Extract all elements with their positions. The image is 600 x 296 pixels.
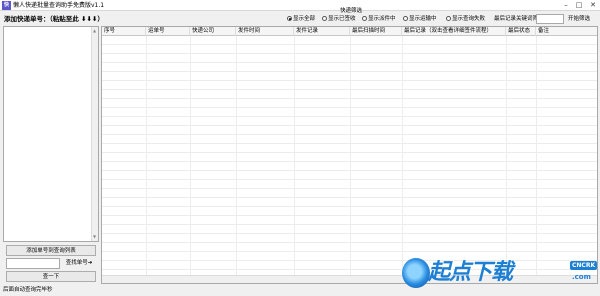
results-table[interactable]: 序号 运单号 快递公司 发件时间 发件记录 最后扫描时间 最后记录（双击查看详细… [101,26,598,284]
tracking-numbers-textarea[interactable]: ▲ ▼ [3,26,99,242]
column-header-courier[interactable]: 快递公司 [190,27,236,36]
radio-show-all[interactable]: 显示全部 [287,14,315,24]
watermark-logo-icon [402,258,430,288]
search-tracking-button[interactable]: 查找单号➔ [62,258,96,269]
app-icon: 快 [2,1,11,10]
column-divider [236,36,237,276]
column-divider [536,36,537,276]
column-divider [350,36,351,276]
radio-unselected-icon [322,16,327,21]
radio-label: 显示全部 [293,16,316,22]
radio-show-in-transit[interactable]: 显示运输中 [403,14,437,24]
column-header-tracking-number[interactable]: 运单号 [146,27,190,36]
radio-show-signed[interactable]: 显示已签收 [322,14,356,24]
radio-unselected-icon [362,16,367,21]
column-divider [402,36,403,276]
column-header-remarks[interactable]: 备注 [536,27,597,36]
watermark-badge: CNCRK [570,261,598,270]
radio-label: 显示运输中 [409,16,437,22]
column-header-send-time[interactable]: 发件时间 [236,27,294,36]
column-header-last-status[interactable]: 最后状态 [506,27,536,36]
table-header: 序号 运单号 快递公司 发件时间 发件记录 最后扫描时间 最后记录（双击查看详细… [102,27,597,36]
tracking-input-label: 添加快递单号：（粘贴至此 ⬇⬇⬇） [4,15,104,23]
radio-unselected-icon [446,16,451,21]
keyword-filter-input[interactable] [536,14,564,24]
minimize-button[interactable]: – [560,0,572,11]
column-divider [506,36,507,276]
textarea-scrollbar[interactable]: ▲ ▼ [91,27,98,241]
window-title: 懒人快递批量查询助手免费版v1.1 [13,2,105,9]
site-watermark: 起点下载 CNCRK .com [402,258,598,292]
radio-selected-icon [287,16,292,21]
maximize-button[interactable]: □ [573,0,585,11]
column-header-send-record[interactable]: 发件记录 [294,27,350,36]
search-tracking-input[interactable] [6,258,60,269]
column-divider [294,36,295,276]
add-to-list-button[interactable]: 添加单号到查询列表 [6,245,96,256]
scroll-up-arrow-icon[interactable]: ▲ [93,28,96,34]
radio-show-failed[interactable]: 显示查询失败 [446,14,485,24]
status-text: 后面自动查询完毕秒 [3,287,53,293]
column-divider [146,36,147,276]
column-header-last-record[interactable]: 最后记录（双击查看详细签件流程） [402,27,506,36]
query-button[interactable]: 查一下 [6,271,96,282]
watermark-domain: .com [572,273,591,281]
close-button[interactable]: ✕ [587,0,599,11]
watermark-text: 起点下载 [428,260,513,285]
start-filter-button[interactable]: 开始筛选 [568,14,590,24]
radio-show-delivering[interactable]: 显示派件中 [362,14,396,24]
column-header-index[interactable]: 序号 [102,27,146,36]
radio-label: 显示查询失败 [452,16,486,22]
radio-label: 显示派件中 [368,16,396,22]
title-bar: 快 懒人快递批量查询助手免费版v1.1 – □ ✕ [0,0,600,11]
radio-unselected-icon [403,16,408,21]
scroll-down-arrow-icon[interactable]: ▼ [93,234,96,240]
radio-label: 显示已签收 [328,16,356,22]
column-divider [190,36,191,276]
column-header-last-scan-time[interactable]: 最后扫描时间 [350,27,402,36]
